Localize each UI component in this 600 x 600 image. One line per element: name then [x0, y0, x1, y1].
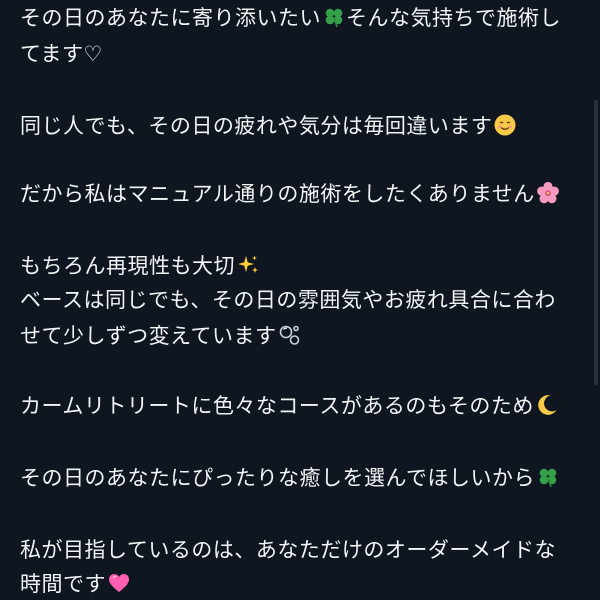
post-text: 私が目指しているのは、あなただけのオーダーメイドな [20, 538, 557, 562]
post-line: ベースは同じでも、その日の雰囲気やお疲れ具合に合わ [20, 282, 556, 318]
post-text: ベースは同じでも、その日の雰囲気やお疲れ具合に合わ [20, 288, 556, 312]
bubbles-icon [278, 323, 302, 347]
post-line: 時間です [20, 566, 131, 600]
post-text: 時間です [20, 572, 106, 596]
pink-heart-icon [107, 571, 131, 595]
post-line: 同じ人でも、その日の疲れや気分は毎回違います [20, 108, 517, 144]
four-leaf-clover-icon [536, 465, 560, 489]
post-text: てます♡ [20, 42, 103, 66]
post-line: その日のあなたにぴったりな癒しを選んでほしいから [20, 460, 560, 496]
crescent-moon-icon [535, 393, 559, 417]
post-text: その日のあなたに寄り添いたい [20, 6, 321, 30]
smiling-face-icon [493, 113, 517, 137]
post-body: その日のあなたに寄り添いたい そんな気持ちで施術し てます♡ 同じ人でも、その日… [20, 0, 580, 600]
post-text: その日のあなたにぴったりな癒しを選んでほしいから [20, 466, 535, 490]
post-text: もちろん再現性も大切 [20, 254, 235, 278]
post-text: だから私はマニュアル通りの施術をしたくありません [20, 182, 535, 206]
post-text: せて少しずつ変えています [20, 324, 277, 348]
post-line: その日のあなたに寄り添いたい そんな気持ちで施術し [20, 0, 561, 36]
post-text: 同じ人でも、その日の疲れや気分は毎回違います [20, 114, 493, 138]
post-line: せて少しずつ変えています [20, 318, 302, 354]
post-text: そんな気持ちで施術し [346, 6, 561, 30]
cherry-blossom-icon [536, 181, 560, 205]
post-line: だから私はマニュアル通りの施術をしたくありません [20, 176, 560, 212]
post-line: カームリトリートに色々なコースがあるのもそのため [20, 388, 559, 424]
post-line: もちろん再現性も大切 [20, 248, 260, 284]
four-leaf-clover-icon [322, 5, 346, 29]
post-text: カームリトリートに色々なコースがあるのもそのため [20, 394, 534, 418]
sparkles-icon [236, 253, 260, 277]
post-line: 私が目指しているのは、あなただけのオーダーメイドな [20, 532, 556, 568]
scrollbar-thumb[interactable] [594, 100, 598, 385]
post-line: てます♡ [20, 36, 103, 72]
